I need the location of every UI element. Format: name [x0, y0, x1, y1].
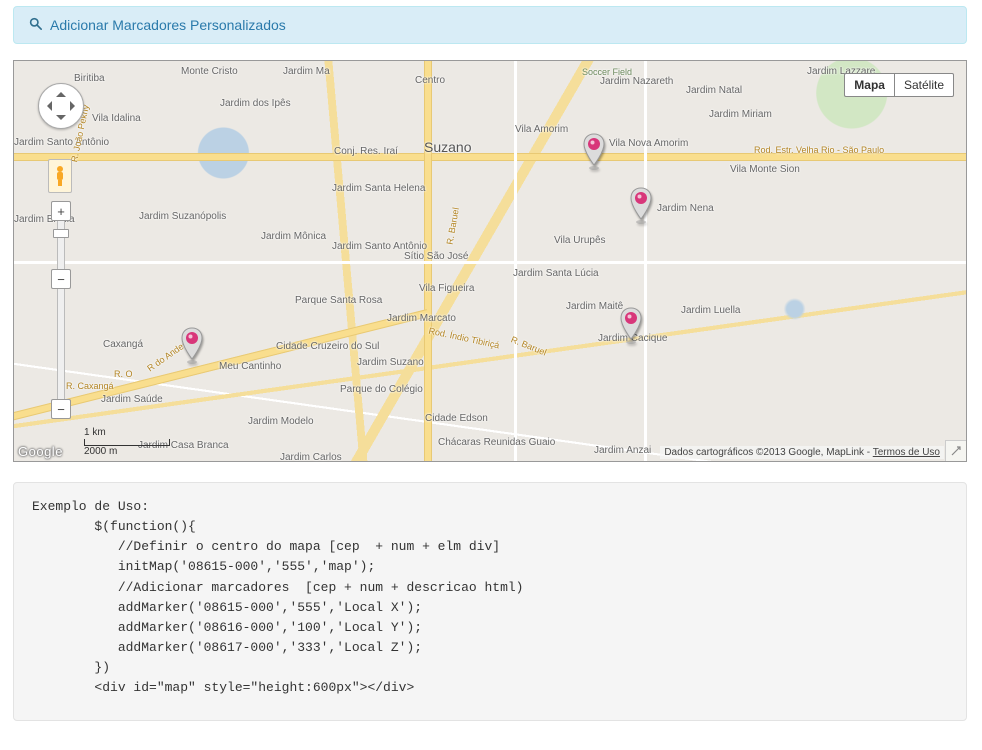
- place-label: Vila Nova Amorim: [609, 138, 688, 149]
- scale-label-top: 1 km: [84, 428, 170, 438]
- place-label: Jardim Santo Antônio: [14, 137, 109, 148]
- place-label: Chácaras Reunidas Guaio: [438, 437, 555, 448]
- place-label: Parque Santa Rosa: [295, 295, 382, 306]
- scale-control: 1 km 2000 m: [84, 428, 170, 457]
- zoom-out-button[interactable]: −: [51, 399, 71, 419]
- pan-down-button[interactable]: [56, 115, 66, 125]
- map-marker[interactable]: [582, 133, 606, 171]
- place-label: Jardim Nazareth: [600, 76, 673, 87]
- google-logo: Google: [18, 444, 63, 459]
- search-icon: [29, 17, 42, 33]
- code-title: Exemplo de Uso:: [32, 499, 149, 514]
- map-type-map-button[interactable]: Mapa: [844, 73, 894, 97]
- zoom-mid-button[interactable]: −: [51, 269, 71, 289]
- place-label: Centro: [415, 75, 445, 86]
- place-label: Jardim Mônica: [261, 231, 326, 242]
- info-alert: Adicionar Marcadores Personalizados: [13, 6, 967, 44]
- pan-left-button[interactable]: [42, 101, 52, 111]
- pan-up-button[interactable]: [56, 87, 66, 97]
- place-label: Jardim Natal: [686, 85, 742, 96]
- poi-label: Soccer Field: [582, 67, 632, 77]
- place-label: Jardim Anzai: [594, 445, 651, 456]
- place-label: Biritiba: [74, 73, 105, 84]
- usage-example-code: Exemplo de Uso: $(function(){ //Definir …: [32, 497, 948, 698]
- attribution-text: Dados cartográficos ©2013 Google, MapLin…: [664, 447, 872, 458]
- place-label: Jardim Carlos: [280, 452, 342, 462]
- place-label: Monte Cristo: [181, 66, 238, 77]
- place-label: Sítio São José: [404, 251, 468, 262]
- place-label: Caxangá: [103, 339, 143, 350]
- scale-label-bottom: 2000 m: [84, 447, 170, 457]
- map-attribution: Dados cartográficos ©2013 Google, MapLin…: [660, 446, 944, 459]
- scale-bar: [84, 439, 170, 446]
- place-label: Cidade Edson: [425, 413, 488, 424]
- map-canvas[interactable]: Suzano Biritiba Vila Idalina Jardim Sant…: [13, 60, 967, 462]
- road-label: R. Caxangá: [66, 381, 114, 391]
- place-label: Vila Idalina: [92, 113, 141, 124]
- map-marker[interactable]: [629, 187, 653, 225]
- place-label: Jardim Miriam: [709, 109, 772, 120]
- place-label: Conj. Res. Iraí: [334, 146, 398, 157]
- place-label: Vila Urupês: [554, 235, 606, 246]
- zoom-track[interactable]: [57, 289, 65, 399]
- place-label: Jardim Nena: [657, 203, 714, 214]
- place-label: Jardim Marcato: [387, 313, 456, 324]
- place-label: Cidade Cruzeiro do Sul: [276, 341, 379, 352]
- pan-control: [38, 83, 84, 129]
- place-label: Parque do Colégio: [340, 384, 423, 395]
- place-label: Jardim Santa Lúcia: [513, 268, 599, 279]
- zoom-in-button[interactable]: +: [51, 201, 71, 221]
- place-label: Meu Cantinho: [219, 361, 281, 372]
- report-problem-button[interactable]: [945, 440, 966, 461]
- place-label: Jardim Maitê: [566, 301, 623, 312]
- road-label: R. O: [114, 369, 133, 379]
- place-label: Jardim Modelo: [248, 416, 314, 427]
- place-label: Jardim Ma: [283, 66, 330, 77]
- zoom-track[interactable]: [57, 221, 65, 269]
- city-label: Suzano: [424, 139, 471, 155]
- place-label: Vila Monte Sion: [730, 164, 800, 175]
- place-label: Jardim Luella: [681, 305, 740, 316]
- map-type-control: Mapa Satélite: [844, 73, 954, 97]
- zoom-thumb[interactable]: [53, 229, 69, 238]
- place-label: Vila Figueira: [419, 283, 474, 294]
- terms-link[interactable]: Termos de Uso: [873, 447, 940, 458]
- place-label: Vila Amorim: [515, 124, 568, 135]
- header-title-link[interactable]: Adicionar Marcadores Personalizados: [50, 17, 286, 33]
- zoom-control: + − −: [52, 201, 70, 419]
- place-label: Jardim Santa Helena: [332, 183, 425, 194]
- map-marker[interactable]: [180, 327, 204, 365]
- place-label: Jardim Saúde: [101, 394, 163, 405]
- place-label: Jardim Suzanópolis: [139, 211, 226, 222]
- place-label: Jardim dos Ipês: [220, 98, 291, 109]
- place-label: Jardim Suzano: [357, 357, 424, 368]
- road-label: Rod. Estr. Velha Rio - São Paulo: [754, 145, 884, 155]
- map-marker[interactable]: [619, 307, 643, 345]
- pan-right-button[interactable]: [70, 101, 80, 111]
- street: [14, 261, 966, 264]
- streetview-pegman[interactable]: [48, 159, 72, 193]
- map-type-satellite-button[interactable]: Satélite: [894, 73, 954, 97]
- usage-example-panel: Exemplo de Uso: $(function(){ //Definir …: [13, 482, 967, 721]
